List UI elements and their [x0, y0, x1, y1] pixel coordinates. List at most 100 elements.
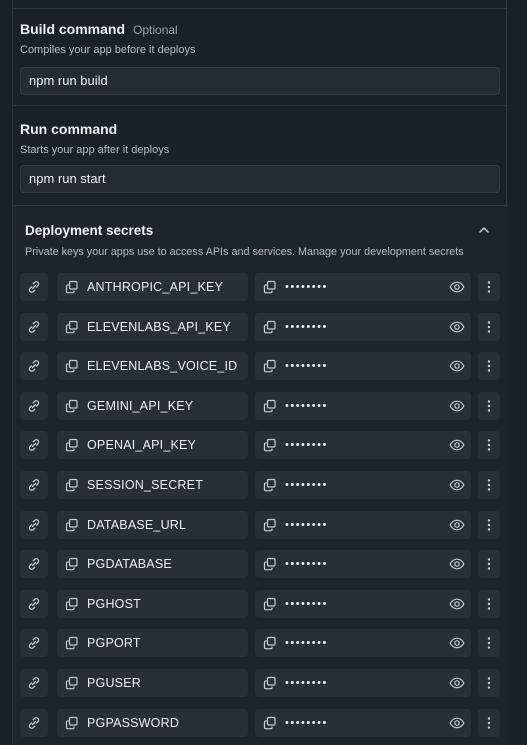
- secret-key-field[interactable]: PGPORT: [57, 629, 248, 657]
- secret-key-label: ANTHROPIC_API_KEY: [87, 280, 224, 294]
- secret-key-field[interactable]: GEMINI_API_KEY: [57, 392, 248, 420]
- build-command-header: Build command Optional: [20, 21, 178, 39]
- eye-icon[interactable]: [449, 438, 465, 452]
- secret-key-field[interactable]: PGDATABASE: [57, 550, 248, 578]
- more-vertical-icon[interactable]: [478, 590, 500, 618]
- link-icon[interactable]: [20, 709, 48, 737]
- copy-icon[interactable]: [65, 478, 79, 492]
- secret-key-field[interactable]: ELEVENLABS_API_KEY: [57, 313, 248, 341]
- eye-icon[interactable]: [449, 676, 465, 690]
- secret-row: PGHOST ••••••••: [13, 590, 508, 618]
- eye-icon[interactable]: [449, 636, 465, 650]
- link-icon[interactable]: [20, 313, 48, 341]
- more-vertical-icon[interactable]: [478, 709, 500, 737]
- more-vertical-icon[interactable]: [478, 273, 500, 301]
- secret-value-field[interactable]: ••••••••: [255, 392, 471, 420]
- link-icon[interactable]: [20, 352, 48, 380]
- copy-icon[interactable]: [65, 399, 79, 413]
- copy-icon[interactable]: [65, 518, 79, 532]
- more-vertical-icon[interactable]: [478, 471, 500, 499]
- link-icon[interactable]: [20, 431, 48, 459]
- copy-icon[interactable]: [65, 359, 79, 373]
- eye-icon[interactable]: [449, 557, 465, 571]
- eye-icon[interactable]: [449, 716, 465, 730]
- secret-key-field[interactable]: SESSION_SECRET: [57, 471, 248, 499]
- more-vertical-icon[interactable]: [478, 313, 500, 341]
- build-command-input[interactable]: npm run build: [20, 67, 500, 95]
- link-icon[interactable]: [20, 392, 48, 420]
- secret-value-field[interactable]: ••••••••: [255, 590, 471, 618]
- link-icon[interactable]: [20, 629, 48, 657]
- secret-key-field[interactable]: OPENAI_API_KEY: [57, 431, 248, 459]
- secret-value-field[interactable]: ••••••••: [255, 471, 471, 499]
- run-command-description: Starts your app after it deploys: [20, 144, 170, 156]
- secret-key-label: GEMINI_API_KEY: [87, 399, 194, 413]
- secret-value-masked: ••••••••: [285, 598, 328, 610]
- secret-value-masked: ••••••••: [285, 281, 328, 293]
- copy-icon[interactable]: [65, 280, 79, 294]
- secret-key-label: SESSION_SECRET: [87, 478, 204, 492]
- link-icon[interactable]: [20, 511, 48, 539]
- link-icon[interactable]: [20, 669, 48, 697]
- eye-icon[interactable]: [449, 320, 465, 334]
- link-icon[interactable]: [20, 550, 48, 578]
- secret-value-field[interactable]: ••••••••: [255, 511, 471, 539]
- more-vertical-icon[interactable]: [478, 550, 500, 578]
- copy-icon[interactable]: [263, 320, 277, 334]
- copy-icon[interactable]: [263, 557, 277, 571]
- copy-icon[interactable]: [65, 716, 79, 730]
- secret-key-field[interactable]: ELEVENLABS_VOICE_ID: [57, 352, 248, 380]
- secret-key-field[interactable]: PGUSER: [57, 669, 248, 697]
- eye-icon[interactable]: [449, 518, 465, 532]
- secret-row: PGPORT ••••••••: [13, 629, 508, 657]
- copy-icon[interactable]: [65, 636, 79, 650]
- copy-icon[interactable]: [65, 597, 79, 611]
- copy-icon[interactable]: [65, 557, 79, 571]
- copy-icon[interactable]: [263, 399, 277, 413]
- secret-value-field[interactable]: ••••••••: [255, 550, 471, 578]
- copy-icon[interactable]: [263, 597, 277, 611]
- build-command-title: Build command: [20, 21, 126, 37]
- copy-icon[interactable]: [263, 518, 277, 532]
- secret-key-label: DATABASE_URL: [87, 518, 187, 532]
- more-vertical-icon[interactable]: [478, 392, 500, 420]
- secret-key-field[interactable]: ANTHROPIC_API_KEY: [57, 273, 248, 301]
- chevron-up-icon[interactable]: [476, 222, 492, 238]
- secret-value-field[interactable]: ••••••••: [255, 352, 471, 380]
- secret-key-label: PGDATABASE: [87, 557, 172, 571]
- copy-icon[interactable]: [65, 320, 79, 334]
- secret-row: ANTHROPIC_API_KEY ••••••••: [13, 273, 508, 301]
- copy-icon[interactable]: [65, 676, 79, 690]
- copy-icon[interactable]: [263, 676, 277, 690]
- secret-value-field[interactable]: ••••••••: [255, 709, 471, 737]
- secret-key-field[interactable]: DATABASE_URL: [57, 511, 248, 539]
- copy-icon[interactable]: [65, 438, 79, 452]
- more-vertical-icon[interactable]: [478, 669, 500, 697]
- eye-icon[interactable]: [449, 597, 465, 611]
- eye-icon[interactable]: [449, 359, 465, 373]
- secret-key-field[interactable]: PGPASSWORD: [57, 709, 248, 737]
- secret-key-field[interactable]: PGHOST: [57, 590, 248, 618]
- secret-value-field[interactable]: ••••••••: [255, 629, 471, 657]
- secret-value-field[interactable]: ••••••••: [255, 669, 471, 697]
- more-vertical-icon[interactable]: [478, 431, 500, 459]
- copy-icon[interactable]: [263, 636, 277, 650]
- copy-icon[interactable]: [263, 438, 277, 452]
- copy-icon[interactable]: [263, 716, 277, 730]
- run-command-input[interactable]: npm run start: [20, 165, 500, 193]
- copy-icon[interactable]: [263, 478, 277, 492]
- more-vertical-icon[interactable]: [478, 629, 500, 657]
- secret-value-field[interactable]: ••••••••: [255, 273, 471, 301]
- link-icon[interactable]: [20, 471, 48, 499]
- secret-value-field[interactable]: ••••••••: [255, 431, 471, 459]
- link-icon[interactable]: [20, 590, 48, 618]
- copy-icon[interactable]: [263, 280, 277, 294]
- eye-icon[interactable]: [449, 399, 465, 413]
- eye-icon[interactable]: [449, 280, 465, 294]
- secret-value-field[interactable]: ••••••••: [255, 313, 471, 341]
- link-icon[interactable]: [20, 273, 48, 301]
- eye-icon[interactable]: [449, 478, 465, 492]
- more-vertical-icon[interactable]: [478, 352, 500, 380]
- more-vertical-icon[interactable]: [478, 511, 500, 539]
- copy-icon[interactable]: [263, 359, 277, 373]
